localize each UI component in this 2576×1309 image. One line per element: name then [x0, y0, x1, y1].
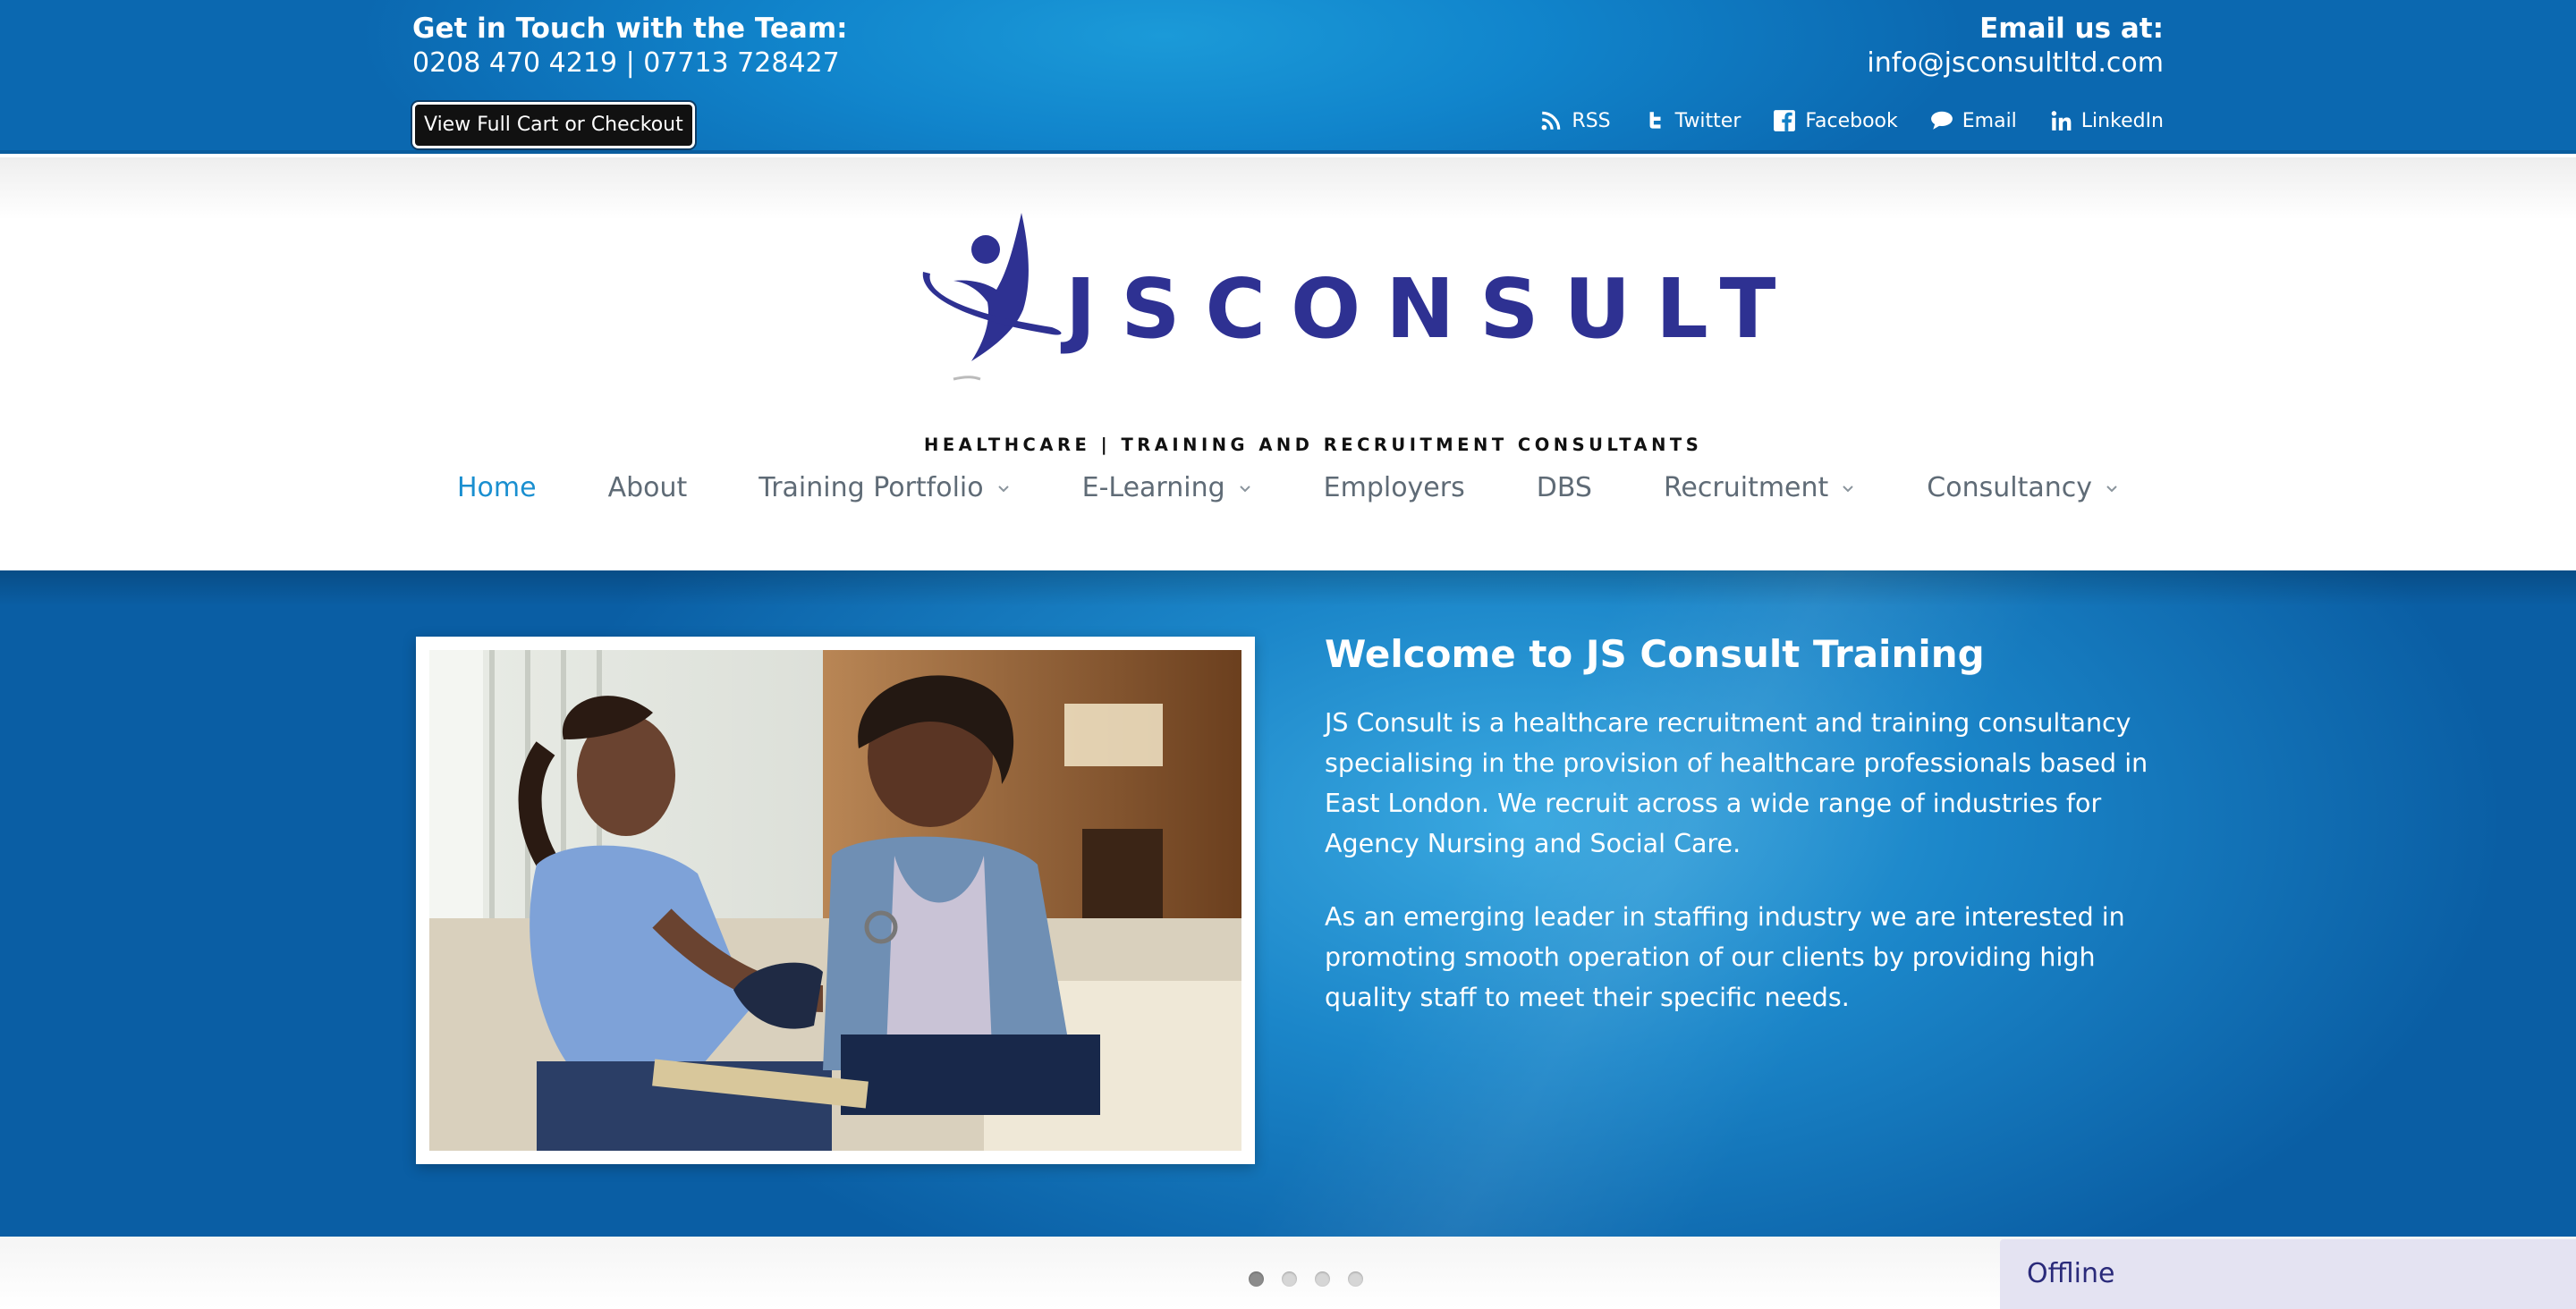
- social-label-email: Email: [1962, 109, 2017, 132]
- social-label-linkedin: LinkedIn: [2080, 109, 2164, 132]
- chat-widget-offline[interactable]: Offline: [2000, 1239, 2576, 1309]
- phone-numbers: 0208 470 4219 | 07713 728427: [412, 47, 840, 79]
- hero-section: Welcome to JS Consult Training JS Consul…: [0, 570, 2576, 1237]
- social-label-rss: RSS: [1572, 109, 1611, 132]
- twitter-icon: [1649, 112, 1661, 129]
- contact-block: Get in Touch with the Team: 0208 470 421…: [412, 11, 848, 80]
- slider-dot[interactable]: [1315, 1271, 1330, 1287]
- nav-item-label: Recruitment: [1663, 472, 1829, 503]
- welcome-content: Welcome to JS Consult Training JS Consul…: [1325, 629, 2157, 1051]
- main-navigation-list: Home About Training Portfolio E-Learning Emp…: [421, 472, 2155, 503]
- social-link-email[interactable]: Email: [1930, 109, 2017, 132]
- slider-pagination: [1249, 1271, 1363, 1287]
- email-link[interactable]: info@jsconsultltd.com: [1867, 46, 2164, 80]
- nav-item-label: Training Portfolio: [758, 472, 984, 503]
- facebook-icon: [1774, 110, 1796, 131]
- nav-item-about[interactable]: About: [572, 472, 724, 503]
- slider-dot[interactable]: [1348, 1271, 1363, 1287]
- nav-item-recruitment[interactable]: Recruitment: [1628, 472, 1891, 503]
- linkedin-icon: [2051, 111, 2072, 131]
- nav-item-consultancy[interactable]: Consultancy: [1891, 472, 2155, 503]
- nav-item-label: Consultancy: [1927, 472, 2092, 503]
- chevron-down-icon: [1843, 485, 1854, 492]
- nav-item-dbs[interactable]: DBS: [1501, 472, 1628, 503]
- slider-dot[interactable]: [1249, 1271, 1264, 1287]
- nav-item-employers[interactable]: Employers: [1288, 472, 1501, 503]
- social-label-twitter: Twitter: [1674, 109, 1741, 132]
- social-link-facebook[interactable]: Facebook: [1773, 109, 1898, 132]
- welcome-heading: Welcome to JS Consult Training: [1325, 632, 1985, 676]
- hero-photo: [429, 650, 1241, 1151]
- speech-bubble-icon: [1930, 111, 1953, 130]
- site-header: JSCONSULT HEALTHCARE | TRAINING AND RECR…: [0, 157, 2576, 570]
- nav-item-training-portfolio[interactable]: Training Portfolio: [723, 472, 1046, 503]
- nav-item-label: DBS: [1536, 472, 1592, 503]
- nav-item-label: E-Learning: [1081, 472, 1225, 503]
- nav-item-label: About: [607, 472, 688, 503]
- main-navigation: Home About Training Portfolio E-Learning Emp…: [0, 472, 2576, 503]
- rss-icon: [1542, 111, 1561, 131]
- social-link-rss[interactable]: RSS: [1539, 109, 1611, 132]
- logo-figure-icon: [922, 213, 1062, 381]
- contact-title: Get in Touch with the Team:: [412, 13, 848, 45]
- social-label-facebook: Facebook: [1805, 109, 1898, 132]
- welcome-paragraph-1: JS Consult is a healthcare recruitment a…: [1325, 708, 2148, 858]
- chevron-down-icon: [997, 485, 1009, 492]
- nav-item-label: Home: [456, 472, 537, 503]
- top-bar: Get in Touch with the Team: 0208 470 421…: [0, 0, 2576, 154]
- view-cart-button[interactable]: View Full Cart or Checkout: [412, 102, 695, 148]
- slider-dot[interactable]: [1282, 1271, 1297, 1287]
- site-logo[interactable]: JSCONSULT HEALTHCARE | TRAINING AND RECR…: [918, 209, 1775, 455]
- nav-item-label: Employers: [1323, 472, 1465, 503]
- logo-wordmark: JSCONSULT: [1065, 261, 1801, 357]
- email-block: Email us at: info@jsconsultltd.com: [1867, 11, 2164, 80]
- social-link-twitter[interactable]: Twitter: [1643, 109, 1741, 132]
- welcome-paragraph-2: As an emerging leader in staffing indust…: [1325, 902, 2125, 1012]
- nav-item-e-learning[interactable]: E-Learning: [1046, 472, 1288, 503]
- chevron-down-icon: [1239, 485, 1250, 492]
- nurse-patient-photo: [429, 650, 1241, 1151]
- email-title: Email us at:: [1979, 13, 2164, 45]
- social-link-linkedin[interactable]: LinkedIn: [2049, 109, 2164, 132]
- logo-tagline: HEALTHCARE | TRAINING AND RECRUITMENT CO…: [924, 435, 1703, 455]
- chevron-down-icon: [2106, 485, 2117, 492]
- hero-photo-frame: [416, 637, 1255, 1164]
- hero-top-shadow: [0, 570, 2576, 606]
- nav-item-home[interactable]: Home: [421, 472, 572, 503]
- social-links: RSS Twitter Facebook Email LinkedIn: [1539, 109, 2164, 132]
